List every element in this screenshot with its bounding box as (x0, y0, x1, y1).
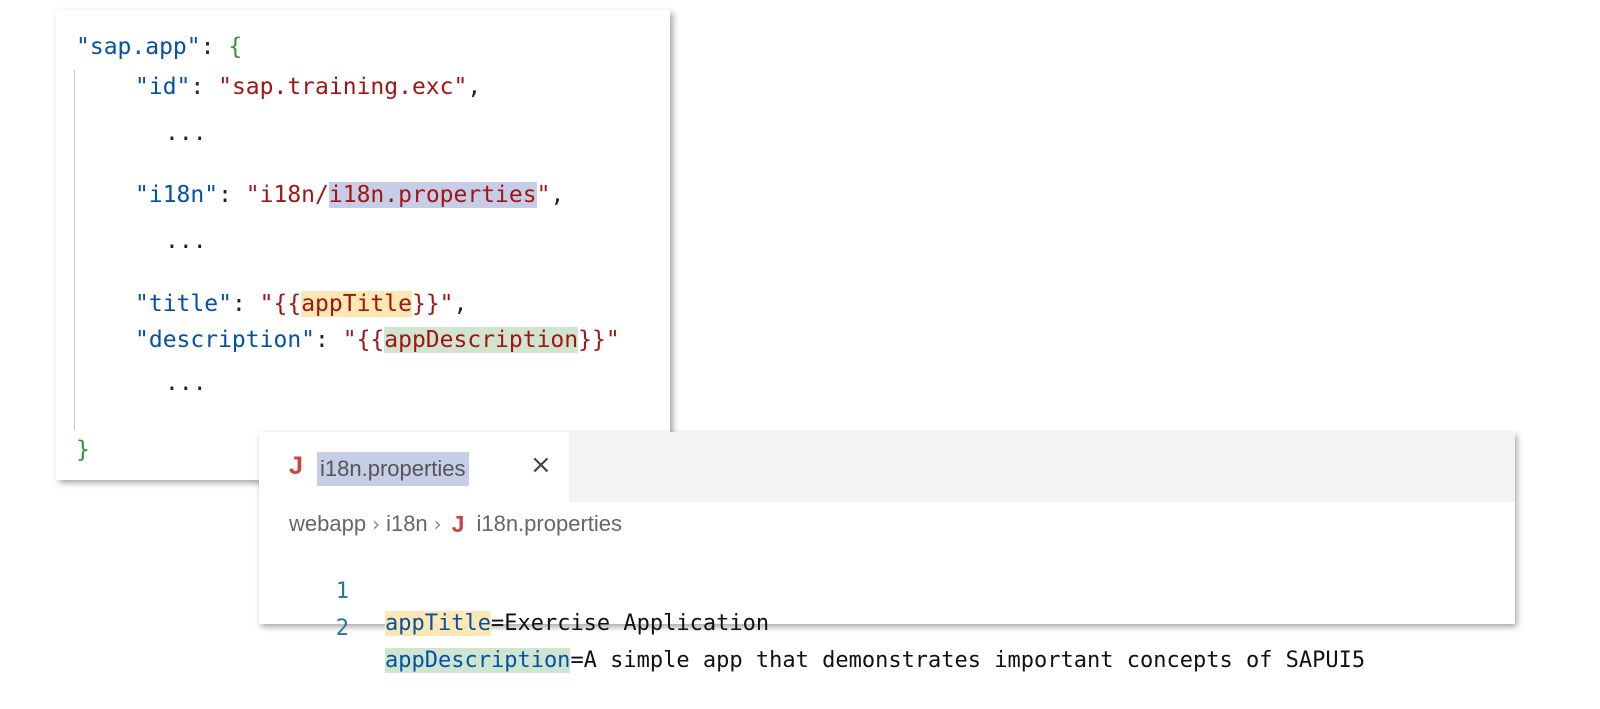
code-text: appDescription=A simple app that demonst… (385, 645, 1365, 677)
json-colon: : (190, 74, 219, 100)
json-key-i18n: "i18n" (135, 182, 219, 208)
json-value-title-highlight: appTitle (301, 291, 412, 317)
json-comma: , (453, 291, 468, 317)
json-colon: : (315, 327, 343, 353)
json-value-description-highlight: appDescription (384, 327, 579, 353)
editor-panel: J i18n.properties × webapp › i18n › Ji18n.pr… (259, 432, 1515, 673)
json-key-id: "id" (135, 74, 191, 100)
breadcrumb: webapp › i18n › Ji18n.properties (289, 508, 622, 540)
json-key-description: "description" (135, 327, 316, 353)
close-icon[interactable]: × (530, 450, 552, 480)
json-colon: : (218, 182, 246, 208)
json-value-description-prefix: "{{ (342, 327, 385, 353)
breadcrumb-item-i18n[interactable]: i18n (386, 508, 428, 540)
tab-i18n-properties[interactable]: J i18n.properties × (259, 432, 569, 502)
json-line-title: "title": "{{appTitle}}", (135, 289, 467, 319)
json-line-i18n: "i18n": "i18n/i18n.properties", (135, 180, 564, 210)
properties-file-icon: J (451, 511, 465, 537)
property-key-app-title: appTitle (385, 611, 491, 636)
code-text: appTitle=Exercise Application (385, 608, 769, 640)
json-line-id: "id": "sap.training.exc", (135, 72, 481, 102)
property-value: =A simple app that demonstrates importan… (570, 648, 1366, 673)
chevron-right-icon: › (372, 512, 381, 536)
json-colon: : (231, 291, 260, 317)
json-value-title-prefix: "{{ (259, 291, 302, 317)
json-ellipsis-3: ... (165, 370, 207, 396)
json-value-i18n-suffix: " (536, 182, 551, 208)
json-close-brace: } (76, 437, 90, 463)
line-number: 1 (335, 579, 349, 604)
code-line-2[interactable]: 2 appDescription=A simple app that demon… (259, 581, 1365, 673)
json-key-title: "title" (135, 291, 232, 317)
property-value: =Exercise Application (490, 611, 770, 636)
json-value-i18n-highlight: i18n.properties (328, 182, 537, 208)
json-value-description-suffix: }}" (578, 327, 620, 353)
indent-guide (74, 70, 75, 430)
json-ellipsis-1: ... (165, 120, 207, 146)
line-number: 2 (335, 616, 349, 641)
breadcrumb-item-webapp[interactable]: webapp (289, 508, 366, 540)
json-value-i18n-prefix: "i18n/ (245, 182, 329, 208)
properties-file-icon: J (289, 452, 303, 480)
json-value-id: "sap.training.exc" (218, 74, 468, 100)
tab-label: i18n.properties (317, 452, 469, 486)
json-open-brace: { (228, 34, 243, 60)
json-comma: , (550, 182, 565, 208)
json-line-sap-app: "sap.app": { (76, 32, 242, 62)
breadcrumb-item-file[interactable]: i18n.properties (476, 508, 622, 540)
json-line-description: "description": "{{appDescription}}" (135, 325, 620, 355)
editor-tab-bar: J i18n.properties × (259, 432, 1515, 502)
json-key-sap-app: "sap.app" (76, 34, 201, 60)
code-line-1[interactable]: 1 appTitle=Exercise Application (259, 544, 769, 636)
json-ellipsis-2: ... (165, 228, 207, 254)
json-value-title-suffix: }}" (411, 291, 454, 317)
chevron-right-icon: › (433, 512, 442, 536)
property-key-app-description: appDescription (385, 648, 571, 673)
json-comma: , (467, 74, 482, 100)
json-colon: : (200, 34, 229, 60)
